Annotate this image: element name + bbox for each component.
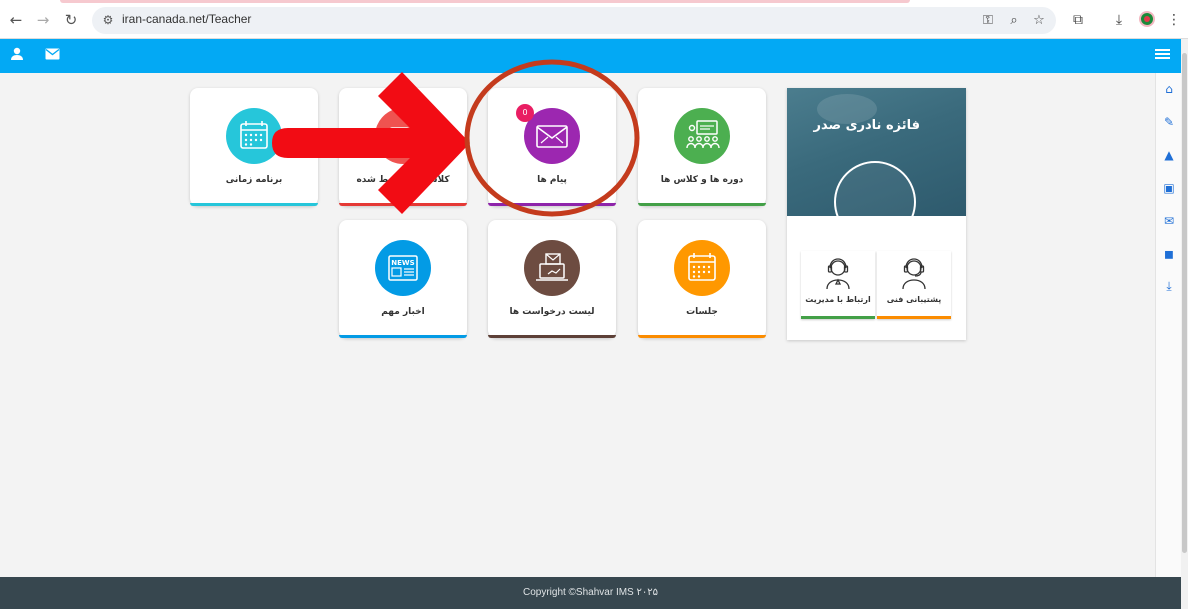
laptop-mail-icon (536, 253, 568, 281)
tile-icon-circle (524, 240, 580, 296)
tile-icon-circle (226, 108, 282, 164)
address-bar[interactable]: ⚙ iran-canada.net/Teacher ⚿ ⌕ ☆ (92, 7, 1056, 34)
accent-stripe (877, 316, 951, 319)
profile-name: فائزه نادری صدر (813, 118, 920, 133)
avatar[interactable] (834, 161, 916, 243)
tile-label: پیام ها (537, 175, 567, 185)
tile-request-list[interactable]: لیست درخواست ها (488, 220, 616, 338)
tile-label: جلسات (686, 307, 718, 317)
zoom-icon[interactable]: ⌕ (1005, 12, 1023, 30)
tile-schedule[interactable]: برنامه زمانی (190, 88, 318, 206)
tile-meetings[interactable]: جلسات (638, 220, 766, 338)
extensions-puzzle-icon[interactable]: ⧉ (1068, 10, 1088, 30)
contact-management-button[interactable]: ارتباط با مدیریت (801, 251, 875, 319)
download-icon[interactable]: ⤓ (1109, 10, 1129, 30)
tile-accent-stripe (488, 203, 616, 206)
headset-support-icon (902, 258, 926, 290)
tile-accent-stripe (190, 203, 318, 206)
tile-recorded-classes[interactable]: کلاس های ضبط شده (339, 88, 467, 206)
comment-icon[interactable]: ◼ (1161, 246, 1177, 262)
bookmark-star-icon[interactable]: ☆ (1030, 12, 1048, 30)
tile-icon-circle (375, 108, 431, 164)
tile-label: برنامه زمانی (225, 175, 283, 185)
tile-icon-circle: NEWS (375, 240, 431, 296)
money-icon[interactable]: ▣ (1161, 180, 1177, 196)
side-nav: ⌂ ✎ ▲ ▣ ✉ ◼ ⤓ (1155, 73, 1182, 577)
home-icon[interactable]: ⌂ (1161, 81, 1177, 97)
tab-strip-edge (60, 0, 910, 3)
tile-accent-stripe (638, 335, 766, 338)
mail-icon[interactable] (43, 47, 61, 65)
password-key-icon[interactable]: ⚿ (979, 12, 997, 30)
news-icon: NEWS (388, 255, 418, 281)
video-icon (389, 127, 417, 145)
tile-important-news[interactable]: NEWS اخبار مهم (339, 220, 467, 338)
tile-accent-stripe (488, 335, 616, 338)
forward-arrow-icon[interactable]: → (33, 10, 53, 30)
svg-text:NEWS: NEWS (391, 259, 414, 267)
profile-avatar-icon[interactable] (1139, 11, 1155, 27)
tech-support-button[interactable]: پشتیبانی فنی (877, 251, 951, 319)
profile-card: فائزه نادری صدر ارتباط با مدیریت پشتیبان… (787, 88, 966, 340)
tile-icon-circle (674, 108, 730, 164)
tile-label: کلاس های ضبط شده (356, 175, 450, 185)
calendar-icon (688, 253, 716, 281)
tile-accent-stripe (339, 335, 467, 338)
tile-label: دوره ها و کلاس ها (660, 175, 744, 185)
reload-icon[interactable]: ↻ (61, 10, 81, 30)
classroom-icon (686, 120, 720, 149)
accent-stripe (801, 316, 875, 319)
tech-support-label: پشتیبانی فنی (886, 295, 942, 304)
site-settings-icon[interactable]: ⚙ (100, 12, 116, 28)
tile-icon-circle (674, 240, 730, 296)
download-icon[interactable]: ⤓ (1161, 278, 1177, 294)
tile-accent-stripe (339, 203, 467, 206)
hamburger-menu-icon[interactable] (1153, 47, 1171, 65)
tile-messages[interactable]: 0 پیام ها (488, 88, 616, 206)
tile-accent-stripe (638, 203, 766, 206)
contact-management-label: ارتباط با مدیریت (805, 295, 871, 304)
mail-icon[interactable]: ✉ (1161, 213, 1177, 229)
tile-courses-classes[interactable]: دوره ها و کلاس ها (638, 88, 766, 206)
user-icon[interactable] (8, 47, 26, 65)
tile-label: اخبار مهم (381, 307, 425, 317)
more-menu-icon[interactable]: ⋮ (1164, 10, 1184, 30)
browser-toolbar: ← → ↻ ⚙ iran-canada.net/Teacher ⚿ ⌕ ☆ ⧉ … (0, 0, 1188, 39)
app-header (0, 39, 1181, 73)
headset-agent-icon (826, 258, 850, 290)
back-arrow-icon[interactable]: ← (6, 10, 26, 30)
page-scrollbar[interactable] (1181, 39, 1188, 609)
calendar-icon (240, 121, 268, 149)
chat-icon[interactable]: ✎ (1161, 114, 1177, 130)
copyright-text: Copyright ©Shahvar IMS ۲۰۲۵ (522, 587, 658, 598)
tile-label: لیست درخواست ها (509, 307, 595, 317)
unread-count-badge: 0 (516, 104, 534, 122)
scrollbar-thumb[interactable] (1182, 53, 1187, 553)
url-text: iran-canada.net/Teacher (122, 12, 252, 26)
page-footer: Copyright ©Shahvar IMS ۲۰۲۵ (0, 577, 1181, 609)
graduation-cap-icon[interactable]: ▲ (1161, 147, 1177, 163)
